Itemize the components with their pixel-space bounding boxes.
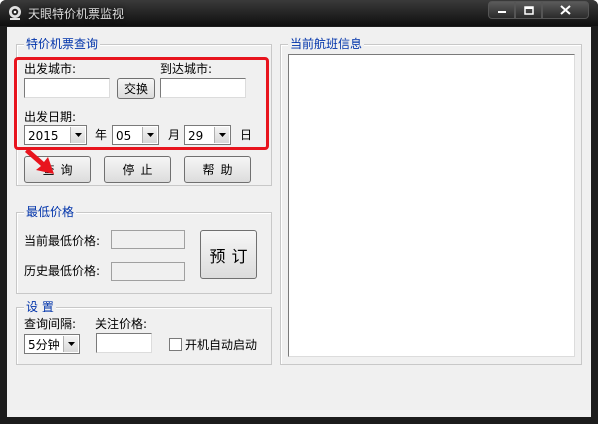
watch-price-label: 关注价格: xyxy=(95,317,148,331)
price-group-legend: 最低价格 xyxy=(24,205,77,219)
chevron-down-icon xyxy=(146,133,154,137)
autostart-label[interactable]: 开机自动启动 xyxy=(185,338,257,352)
month-select[interactable]: 05 xyxy=(112,125,159,145)
settings-group-legend: 设 置 xyxy=(24,300,56,314)
depart-city-label: 出发城市: xyxy=(24,62,77,76)
year-unit: 年 xyxy=(95,128,108,142)
flight-info-list[interactable] xyxy=(288,54,575,357)
arrive-city-label: 到达城市: xyxy=(160,62,213,76)
history-lowest-price-label: 历史最低价格: xyxy=(24,264,101,278)
book-button[interactable]: 预订 xyxy=(200,230,257,279)
year-select-value: 2015 xyxy=(28,129,59,143)
month-unit: 月 xyxy=(168,128,181,142)
minimize-icon xyxy=(497,11,506,13)
close-icon xyxy=(560,5,571,15)
minimize-button[interactable] xyxy=(488,1,515,19)
day-select-arrow[interactable] xyxy=(214,127,229,143)
chevron-down-icon xyxy=(67,342,75,346)
month-select-arrow[interactable] xyxy=(142,127,157,143)
query-button[interactable]: 查询 xyxy=(24,156,91,183)
depart-city-input[interactable] xyxy=(24,78,110,98)
month-select-value: 05 xyxy=(116,129,132,143)
close-button[interactable] xyxy=(542,1,589,19)
help-button[interactable]: 帮助 xyxy=(184,156,251,183)
chevron-down-icon xyxy=(74,133,82,137)
year-select-arrow[interactable] xyxy=(70,127,85,143)
app-window: 天眼特价机票监视 特价机票查询 出发城市: 交换 到达城市: 出发日期: 201… xyxy=(0,0,598,424)
history-lowest-price-field xyxy=(111,262,185,281)
flights-group-legend: 当前航班信息 xyxy=(288,37,365,51)
autostart-checkbox[interactable] xyxy=(169,338,182,351)
arrive-city-input[interactable] xyxy=(160,78,246,98)
day-select-value: 29 xyxy=(188,129,204,143)
current-lowest-price-field xyxy=(111,230,185,249)
query-interval-select[interactable]: 5分钟 xyxy=(24,334,80,354)
query-group-legend: 特价机票查询 xyxy=(24,37,101,51)
maximize-button[interactable] xyxy=(515,1,542,19)
swap-button[interactable]: 交换 xyxy=(117,78,155,99)
day-unit: 日 xyxy=(240,128,253,142)
query-interval-label: 查询间隔: xyxy=(24,317,77,331)
maximize-icon xyxy=(523,5,534,15)
app-eye-icon xyxy=(9,6,21,20)
day-select[interactable]: 29 xyxy=(184,125,231,145)
watch-price-input[interactable] xyxy=(96,333,152,353)
stop-button[interactable]: 停止 xyxy=(104,156,171,183)
title-bar[interactable]: 天眼特价机票监视 xyxy=(0,0,598,26)
chevron-down-icon xyxy=(218,133,226,137)
year-select[interactable]: 2015 xyxy=(24,125,87,145)
window-title: 天眼特价机票监视 xyxy=(28,7,125,21)
depart-date-label: 出发日期: xyxy=(24,110,77,124)
query-interval-arrow[interactable] xyxy=(63,336,78,352)
current-lowest-price-label: 当前最低价格: xyxy=(24,234,101,248)
query-interval-value: 5分钟 xyxy=(28,338,60,352)
client-area: 特价机票查询 出发城市: 交换 到达城市: 出发日期: 2015 年 05 月 … xyxy=(7,27,591,417)
